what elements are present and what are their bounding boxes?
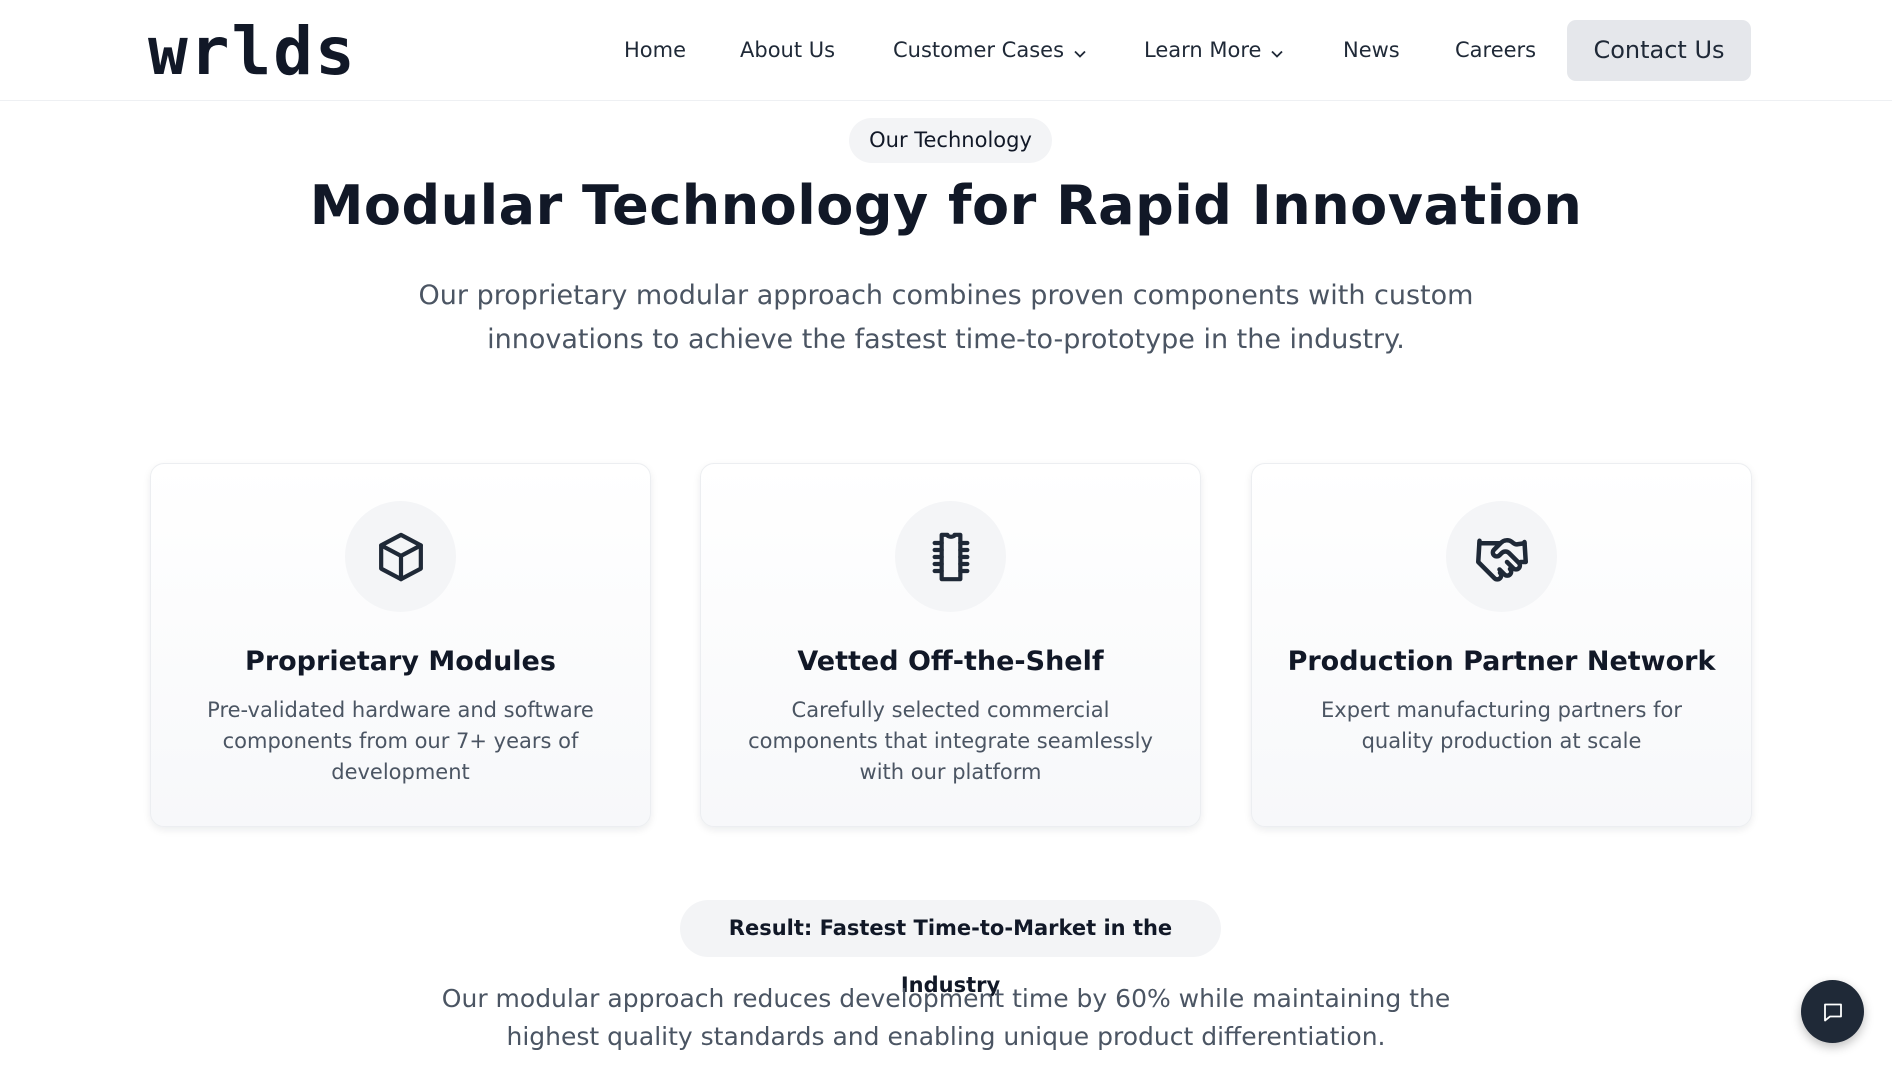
section-subtitle: Our proprietary modular approach combine… — [418, 280, 1474, 355]
chevron-down-icon — [1271, 31, 1284, 71]
contact-us-button[interactable]: Contact Us — [1567, 20, 1751, 81]
card-title: Proprietary Modules — [245, 646, 556, 677]
nav-news[interactable]: News — [1343, 30, 1400, 70]
nav-home[interactable]: Home — [624, 30, 686, 70]
nav-about-us[interactable]: About Us — [740, 30, 835, 70]
chip-icon — [895, 501, 1006, 612]
cube-icon — [345, 501, 456, 612]
card-description: Carefully selected commercial components… — [748, 698, 1153, 784]
nav-customer-cases[interactable]: Customer Cases — [893, 30, 1086, 70]
chat-button[interactable] — [1801, 980, 1864, 1043]
handshake-icon — [1446, 501, 1557, 612]
nav-careers[interactable]: Careers — [1455, 30, 1536, 70]
card-title: Vetted Off-the-Shelf — [797, 646, 1104, 677]
nav-learn-more[interactable]: Learn More — [1144, 30, 1284, 71]
feature-card-proprietary-modules: Proprietary Modules Pre-validated hardwa… — [150, 463, 651, 827]
chat-icon — [1821, 1000, 1845, 1024]
result-text: Our modular approach reduces development… — [441, 984, 1451, 1051]
card-description: Expert manufacturing partners for qualit… — [1321, 698, 1682, 753]
section-badge: Our Technology — [849, 118, 1052, 163]
nav-learn-more-label: Learn More — [1144, 38, 1262, 62]
result-badge: Result: Fastest Time-to-Market in the In… — [680, 900, 1221, 997]
chevron-down-icon — [1074, 31, 1086, 71]
section-title: Modular Technology for Rapid Innovation — [309, 174, 1583, 237]
card-description: Pre-validated hardware and software comp… — [207, 698, 594, 784]
card-title: Production Partner Network — [1287, 646, 1716, 677]
feature-card-vetted-off-the-shelf: Vetted Off-the-Shelf Carefully selected … — [700, 463, 1201, 827]
feature-card-production-partner-network: Production Partner Network Expert manufa… — [1251, 463, 1752, 827]
nav-customer-cases-label: Customer Cases — [893, 38, 1065, 62]
site-header: wrlds Home About Us Customer Cases Learn… — [0, 0, 1892, 101]
logo[interactable]: wrlds — [148, 12, 357, 92]
